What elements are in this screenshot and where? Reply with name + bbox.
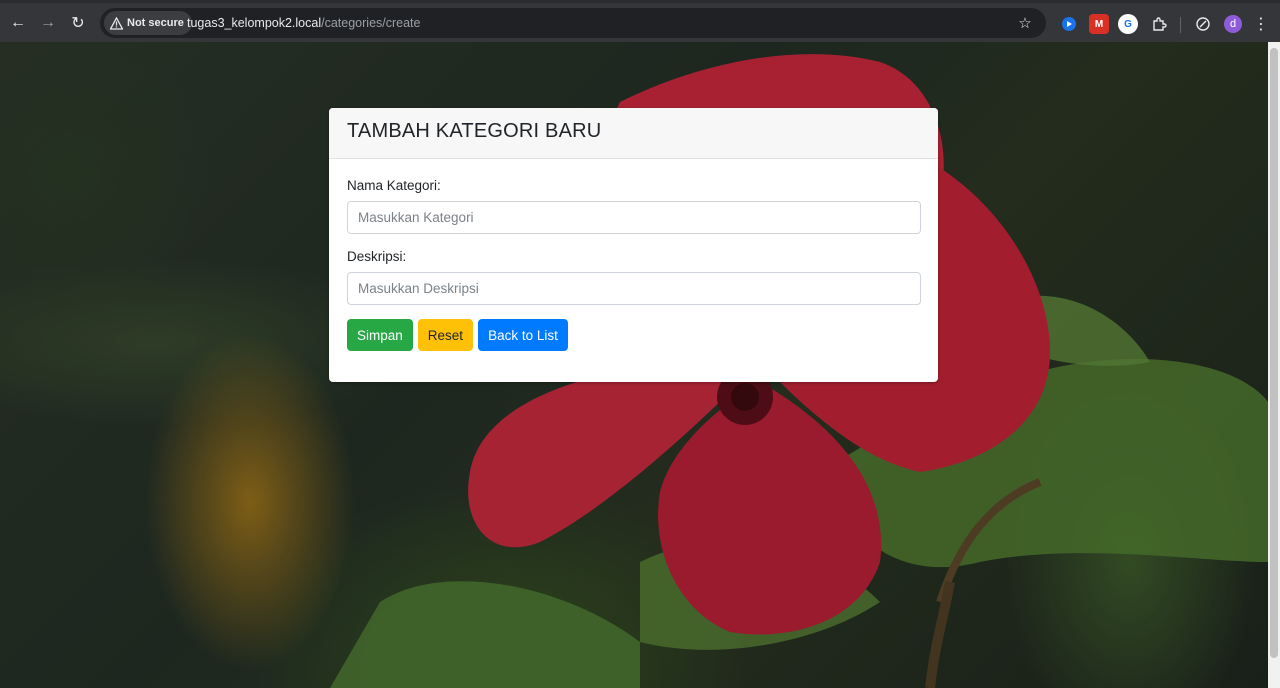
browser-toolbar: ← → ↻ Not secure tugas3_kelompok2.local/… — [0, 0, 1280, 42]
name-field-group: Nama Kategori: — [347, 178, 921, 234]
reset-button[interactable]: Reset — [417, 319, 474, 351]
card-body: Nama Kategori: Deskripsi: Simpan Reset B… — [329, 159, 938, 351]
url-text[interactable]: tugas3_kelompok2.local/categories/create — [187, 16, 420, 30]
puzzle-extensions-icon[interactable] — [1149, 14, 1169, 34]
card-header: TAMBAH KATEGORI BARU — [329, 108, 938, 159]
blue-circle-extension-icon[interactable] — [1059, 14, 1079, 34]
security-label: Not secure — [127, 17, 184, 29]
red-m-extension-icon[interactable]: M — [1089, 14, 1109, 34]
reload-icon[interactable]: ↻ — [66, 11, 90, 35]
profile-avatar[interactable]: d — [1224, 15, 1242, 33]
description-input[interactable] — [347, 272, 921, 305]
description-label: Deskripsi: — [347, 249, 407, 264]
create-category-card: TAMBAH KATEGORI BARU Nama Kategori: Desk… — [329, 108, 938, 382]
form-actions: Simpan Reset Back to List — [347, 319, 921, 351]
address-bar[interactable]: Not secure tugas3_kelompok2.local/catego… — [100, 8, 1046, 38]
url-host: tugas3_kelompok2.local — [187, 16, 322, 30]
save-button[interactable]: Simpan — [347, 319, 413, 351]
name-label: Nama Kategori: — [347, 178, 441, 193]
description-field-group: Deskripsi: — [347, 249, 921, 305]
leaf-extension-icon[interactable] — [1193, 14, 1213, 34]
security-chip[interactable]: Not secure — [104, 11, 192, 35]
page-title: TAMBAH KATEGORI BARU — [347, 120, 602, 142]
translate-extension-icon[interactable]: G — [1118, 14, 1138, 34]
kebab-menu-icon[interactable]: ⋮ — [1252, 15, 1270, 33]
arrow-left-icon[interactable]: ← — [6, 11, 30, 35]
warning-icon — [110, 16, 123, 30]
back-to-list-button[interactable]: Back to List — [478, 319, 568, 351]
category-name-input[interactable] — [347, 201, 921, 234]
page-scrollbar[interactable] — [1268, 42, 1280, 688]
url-path: /categories/create — [321, 16, 421, 30]
toolbar-divider — [1180, 17, 1181, 33]
arrow-right-icon[interactable]: → — [36, 11, 60, 35]
page-viewport: TAMBAH KATEGORI BARU Nama Kategori: Desk… — [0, 42, 1268, 688]
scrollbar-thumb[interactable] — [1270, 48, 1278, 658]
star-icon[interactable]: ☆ — [1016, 14, 1034, 32]
